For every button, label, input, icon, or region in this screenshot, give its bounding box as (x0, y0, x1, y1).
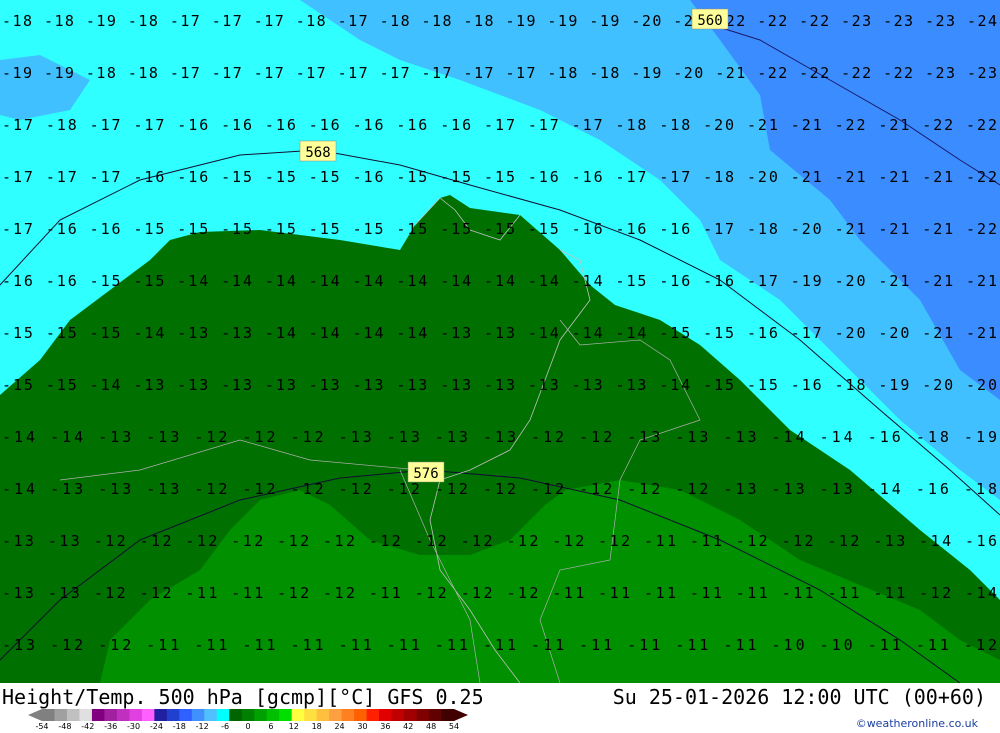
legend-swatch (66, 709, 80, 721)
legend-swatch (42, 709, 55, 721)
height-contour-label: 560 (691, 8, 729, 30)
temperature-row: -15 -15 -15 -14 -13 -13 -14 -14 -14 -14 … (2, 324, 997, 342)
legend-swatch (304, 709, 318, 721)
legend-swatch (341, 709, 355, 721)
legend-tick-label: 42 (403, 722, 413, 730)
legend-tick-label: -18 (173, 722, 186, 730)
legend-swatch (166, 709, 180, 721)
legend-swatch (229, 709, 243, 721)
temperature-row: -18 -18 -19 -18 -17 -17 -17 -18 -17 -18 … (2, 12, 997, 30)
legend-arrow-left (28, 709, 42, 721)
temperature-row: -13 -13 -12 -12 -11 -11 -12 -12 -11 -12 … (2, 584, 997, 602)
legend-swatch (404, 709, 418, 721)
temperature-row: -16 -16 -15 -15 -14 -14 -14 -14 -14 -14 … (2, 272, 997, 290)
svg-text:576: 576 (413, 466, 438, 482)
temperature-row: -17 -18 -17 -17 -16 -16 -16 -16 -16 -16 … (2, 116, 997, 134)
legend-tick-label: -54 (35, 722, 48, 730)
legend-swatch (279, 709, 293, 721)
legend-tick-label: 0 (245, 722, 250, 730)
legend-tick-label: 48 (426, 722, 436, 730)
legend-tick-label: -30 (127, 722, 140, 730)
map-footer: Height/Temp. 500 hPa [gcmp][°C] GFS 0.25… (0, 683, 1000, 733)
temperature-row: -15 -15 -14 -13 -13 -13 -13 -13 -13 -13 … (2, 376, 997, 394)
legend-tick-label: 54 (449, 722, 459, 730)
temperature-row: -17 -16 -16 -15 -15 -15 -15 -15 -15 -15 … (2, 220, 997, 238)
valid-datetime: Su 25-01-2026 12:00 UTC (00+60) (612, 685, 986, 709)
height-contour-label: 576 (407, 461, 445, 483)
weather-map-screen: -18 -18 -19 -18 -17 -17 -17 -18 -17 -18 … (0, 0, 1000, 733)
legend-tick-label: 24 (334, 722, 344, 730)
svg-text:560: 560 (697, 13, 722, 29)
legend-swatch (216, 709, 230, 721)
legend-swatch (104, 709, 118, 721)
legend-swatch (129, 709, 143, 721)
color-scale-legend: -54 -48 -42 -36 -30 -24 -18 -12 -6 0 6 12 18 24 30 36 42… (28, 709, 468, 730)
map-title: Height/Temp. 500 hPa [gcmp][°C] GFS 0.25 (2, 685, 484, 709)
temperature-row: -13 -12 -12 -11 -11 -11 -11 -11 -11 -11 … (2, 636, 997, 654)
svg-text:568: 568 (305, 145, 330, 161)
legend-tick-label: -24 (150, 722, 163, 730)
legend-swatch (329, 709, 343, 721)
height-contour-label: 568 (299, 140, 337, 162)
temperature-row: -13 -13 -12 -12 -12 -12 -12 -12 -12 -12 … (2, 532, 997, 550)
legend-swatch (379, 709, 393, 721)
legend-swatch (79, 709, 93, 721)
legend-swatch (354, 709, 368, 721)
legend-swatch (154, 709, 168, 721)
legend-swatch (116, 709, 130, 721)
legend-tick-label: 12 (289, 722, 299, 730)
temperature-map: -18 -18 -19 -18 -17 -17 -17 -18 -17 -18 … (0, 0, 1000, 683)
legend-swatch (316, 709, 330, 721)
legend-tick-label: 6 (268, 722, 273, 730)
legend-swatch (266, 709, 280, 721)
temperature-row: -17 -17 -17 -16 -16 -15 -15 -15 -16 -15 … (2, 168, 997, 186)
temperature-row: -14 -13 -13 -13 -12 -12 -12 -12 -12 -12 … (2, 480, 997, 498)
legend-swatch (54, 709, 68, 721)
legend-swatch (366, 709, 380, 721)
legend-tick-label: -48 (58, 722, 71, 730)
legend-swatch (391, 709, 405, 721)
legend-swatch (241, 709, 255, 721)
legend-tick-label: -42 (81, 722, 94, 730)
legend-swatch (204, 709, 218, 721)
legend-tick-label: 18 (312, 722, 322, 730)
legend-tick-label: -36 (104, 722, 117, 730)
legend-swatch (429, 709, 443, 721)
legend-swatch (291, 709, 305, 721)
legend-swatch (141, 709, 155, 721)
credit-link[interactable]: ©weatheronline.co.uk (856, 717, 978, 730)
legend-tick-label: -12 (196, 722, 209, 730)
legend-swatch (441, 709, 455, 721)
legend-tick-label: 36 (380, 722, 390, 730)
legend-swatch (91, 709, 105, 721)
legend-arrow-right (454, 709, 468, 721)
legend-tick-label: -6 (221, 722, 229, 730)
legend-swatch (191, 709, 205, 721)
temperature-row: -14 -14 -13 -13 -12 -12 -12 -13 -13 -13 … (2, 428, 997, 446)
legend-tick-label: 30 (357, 722, 367, 730)
legend-swatch (254, 709, 268, 721)
temperature-row: -19 -19 -18 -18 -17 -17 -17 -17 -17 -17 … (2, 64, 997, 82)
legend-swatch (179, 709, 193, 721)
legend-swatch (416, 709, 430, 721)
